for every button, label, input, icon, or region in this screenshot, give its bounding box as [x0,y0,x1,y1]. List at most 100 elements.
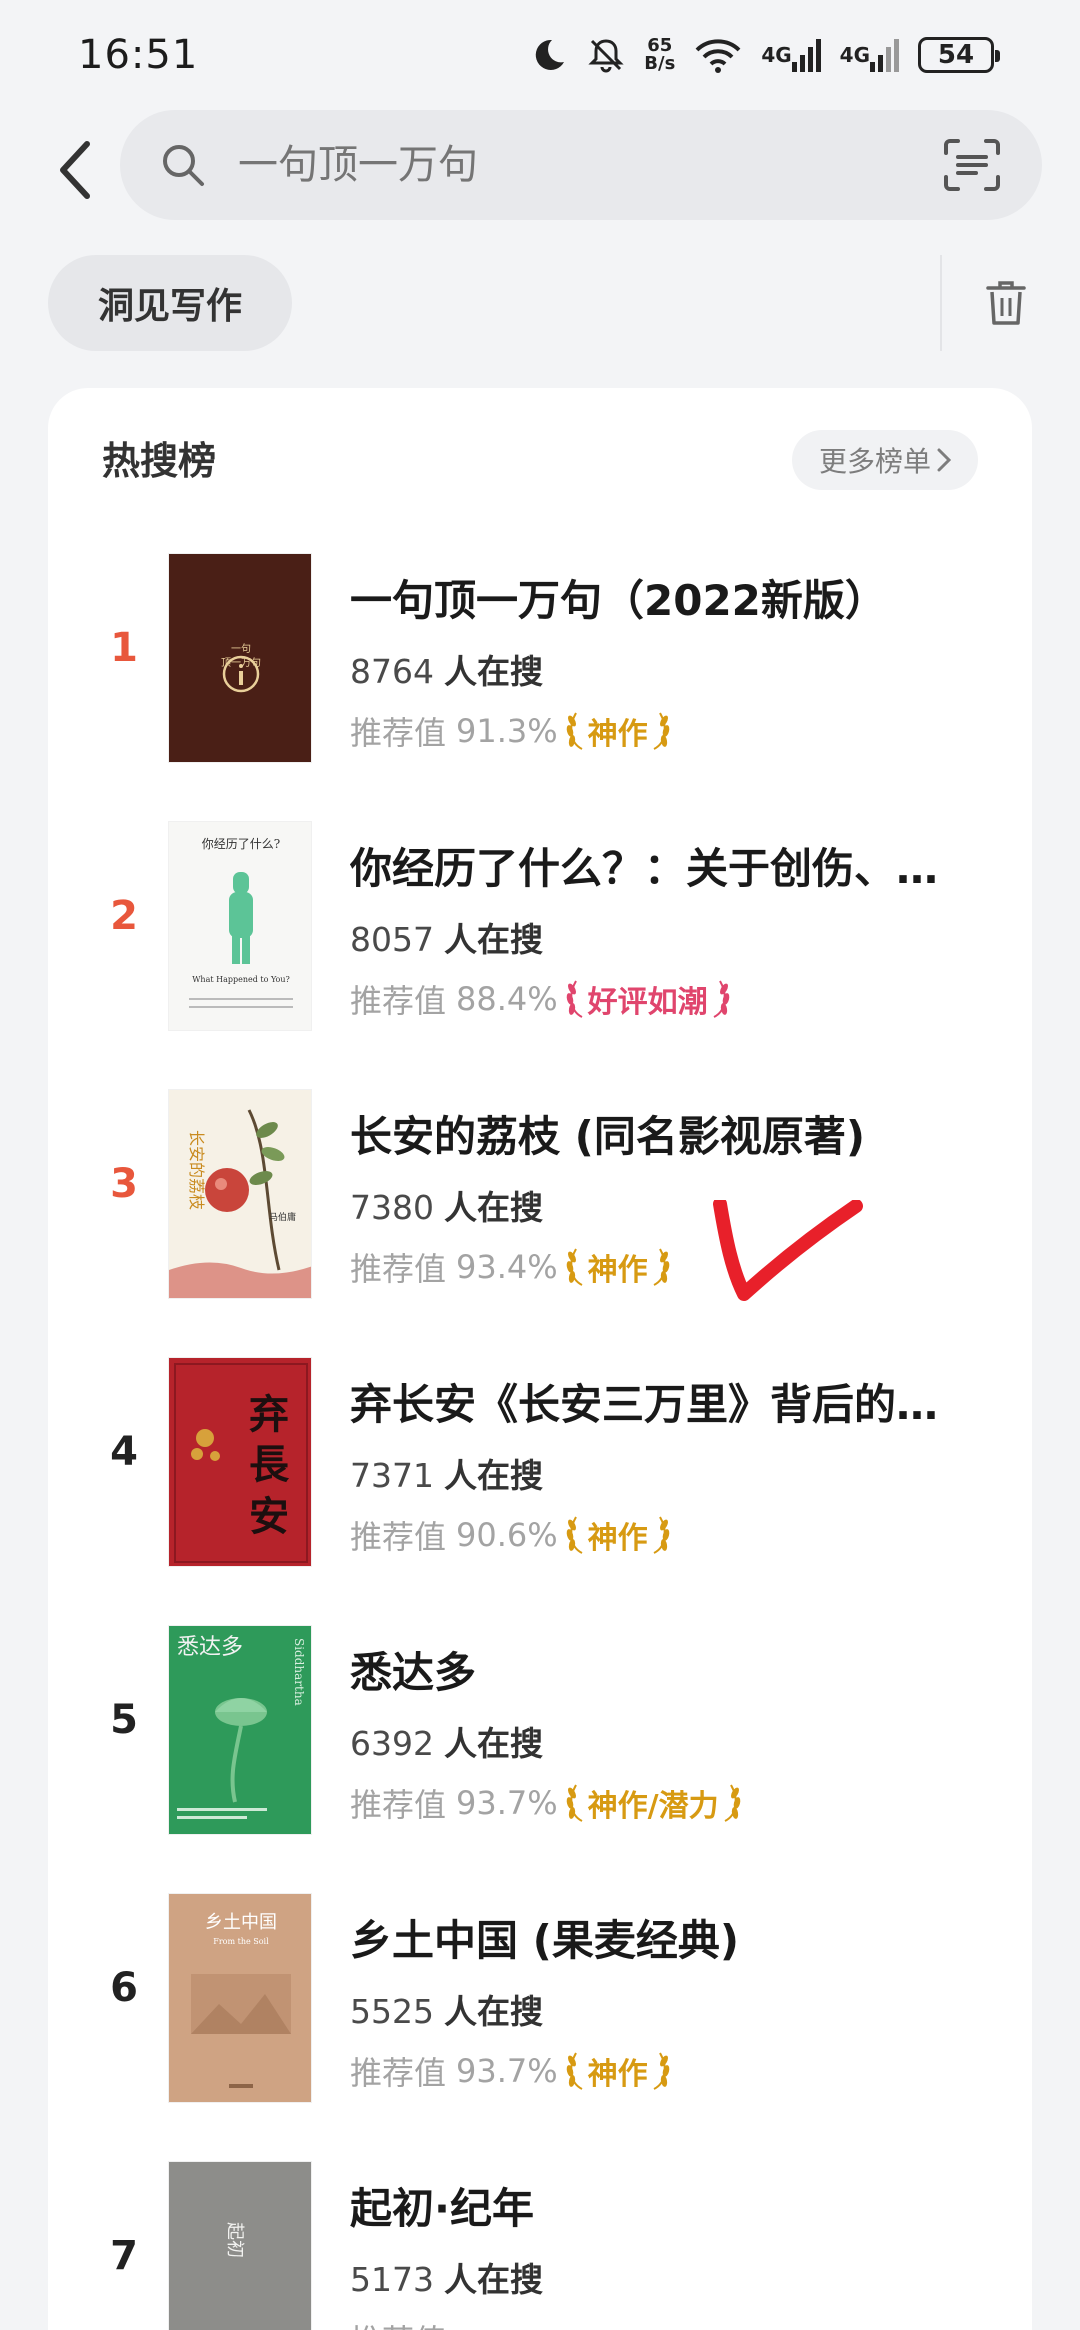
heat-unit: 人在搜 [443,920,543,959]
badge-text: 神作 [587,717,648,752]
heat-count: 5173 [350,2260,434,2299]
laurel-left-icon [566,2052,583,2090]
more-lists-label: 更多榜单 [818,445,931,478]
recommendation: 推荐值 90.6% 神作 [350,1512,672,1558]
recommendation: 推荐值 93.7% 神作/潜力 [350,1780,743,1826]
book-title: 长安的荔枝 (同名影视原著) [350,1112,866,1161]
rec-value: 93.4% [456,1248,558,1286]
list-item[interactable]: 2 你经历了什么? What Happened to You? 你经历了什么？：… [48,821,1032,1089]
book-cover[interactable]: 起初 [168,2161,312,2330]
rec-label: 推荐值 [350,982,447,1020]
rec-label: 推荐值 [350,2316,446,2330]
list-item[interactable]: 6 乡土中国 From the Soil 乡土中国 (果麦经典) 5525 人在搜… [48,1893,1032,2161]
back-arrow-icon [60,141,90,199]
scan-icon[interactable] [942,137,1002,193]
heat-unit: 人在搜 [443,652,543,691]
heat-count: 8764 [350,652,434,691]
heat-unit: 人在搜 [443,2260,543,2299]
history-divider [940,255,942,351]
cover-text: What Happened to You? [192,975,290,984]
laurel-left-icon [566,1248,583,1286]
book-cover[interactable]: 长安的荔枝 马伯庸 [168,1089,312,1299]
clear-history-button[interactable] [978,275,1034,331]
book-cover[interactable]: 你经历了什么? What Happened to You? [168,821,312,1031]
rec-label: 推荐值 [350,1518,447,1556]
hot-search-title: 热搜榜 [102,439,217,483]
book-cover[interactable]: 弃 長 安 [168,1357,312,1567]
book-cover[interactable]: 悉达多 Siddhartha [168,1625,312,1835]
rec-value: 93.7% [456,1784,558,1822]
search-box[interactable] [120,110,1042,220]
more-lists-button[interactable]: 更多榜单 [792,430,978,490]
list-item[interactable]: 3 长安的荔枝 马伯庸 长安的荔枝 (同名影视原著) 7380 人在搜 推荐值 … [48,1089,1032,1357]
rec-value: 93.7% [456,2052,558,2090]
laurel-left-icon [566,1516,583,1554]
battery-indicator: 54 [918,37,1000,73]
net-label-1: 4G [761,43,792,67]
book-title: 一句顶一万句（2022新版） [350,576,887,625]
rec-label: 推荐值 [350,2054,447,2092]
cover-text: 長 [249,1441,290,1488]
badge: 好评如潮 [564,977,732,1021]
badge-text: 神作 [587,1253,648,1288]
badge: 神作 [564,1513,672,1557]
search-row [0,110,1080,230]
list-item[interactable]: 7 起初 起初·纪年 5173人在搜 推荐值 [48,2161,1032,2330]
laurel-right-icon [653,2052,669,2090]
history-chip[interactable]: 洞见写作 [48,255,292,351]
badge: 神作 [564,2049,672,2093]
recommendation: 推荐值 93.4% 神作 [350,1244,672,1290]
book-cover[interactable]: 一句 顶一万句 [168,553,312,763]
wifi-icon [693,36,743,74]
back-button[interactable] [40,130,110,210]
list-item[interactable]: 1 一句 顶一万句 一句顶一万句（2022新版） 8764 人在搜 推荐值 91.… [48,553,1032,821]
cover-text: 乡土中国 [205,1912,277,1933]
book-cover[interactable]: 乡土中国 From the Soil [168,1893,312,2103]
heat-unit: 人在搜 [443,1992,543,2031]
status-icons: 65 B/s 4G 4G 54 [530,35,1000,75]
search-history: 洞见写作 [0,255,1080,355]
hot-search-list: 1 一句 顶一万句 一句顶一万句（2022新版） 8764 人在搜 推荐值 91.… [48,553,1032,2330]
search-heat: 7380 人在搜 [350,1181,543,1229]
book-title: 弃长安《长安三万里》背后的… [350,1380,939,1429]
heat-count: 7371 [350,1456,434,1495]
heat-count: 5525 [350,1992,434,2031]
cover-text: Siddhartha [292,1638,306,1706]
badge-text: 神作/潜力 [587,1789,719,1824]
trash-icon [986,281,1026,325]
recommendation: 推荐值 88.4% 好评如潮 [350,976,732,1022]
laurel-left-icon [566,980,583,1018]
chevron-right-icon [937,448,951,472]
rec-value: 88.4% [456,980,558,1018]
net-label-2: 4G [839,43,870,67]
moon-icon [530,36,568,74]
search-icon [163,145,204,186]
signal-1-icon: 4G [761,38,821,72]
laurel-left-icon [566,1784,583,1822]
badge: 神作/潜力 [564,1781,743,1825]
list-item[interactable]: 5 悉达多 Siddhartha 悉达多 6392人在搜 推荐值 93.7% [48,1625,1032,1893]
laurel-right-icon [724,1784,740,1822]
heat-count: 7380 [350,1188,434,1227]
rec-value: 91.3% [456,712,558,750]
cover-text: 弃 [249,1391,289,1438]
search-heat: 5525 人在搜 [350,1985,543,2033]
heat-count: 8057 [350,920,434,959]
hot-search-card: 热搜榜 更多榜单 1 一句 顶一万句 一句顶一万句（2022新版） 8764 人在… [48,388,1032,2330]
cover-text: 长安的荔枝 [187,1130,206,1210]
recommendation: 推荐值 [350,2316,446,2330]
cover-text: 一句 [231,642,251,655]
heat-unit: 人在搜 [443,1188,543,1227]
badge: 神作 [564,1245,672,1289]
signal-2-icon: 4G [840,38,900,72]
network-speed: 65 B/s [644,37,675,73]
book-title: 你经历了什么？：关于创伤、… [350,844,939,893]
book-title: 乡土中国 (果麦经典) [350,1916,740,1965]
search-heat: 7371 人在搜 [350,1449,543,1497]
search-heat: 8764 人在搜 [350,645,543,693]
status-bar: 16:51 65 B/s 4G 4G 54 [0,0,1080,110]
cover-text: 安 [249,1493,289,1540]
recommendation: 推荐值 93.7% 神作 [350,2048,672,2094]
list-item[interactable]: 4 弃 長 安 弃长安《长安三万里》背后的… 7371 人在搜 推荐值 90.6% [48,1357,1032,1625]
search-input[interactable] [238,142,942,188]
